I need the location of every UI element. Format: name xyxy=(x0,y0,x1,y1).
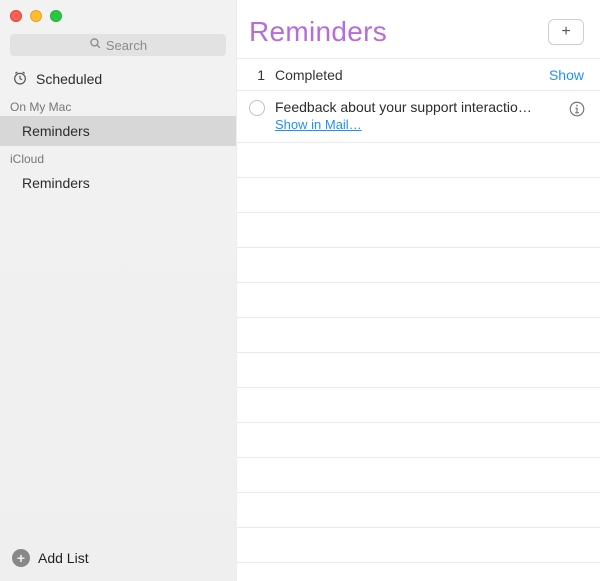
sidebar-section-header-icloud: iCloud xyxy=(0,146,236,168)
reminder-title: Feedback about your support interactio… xyxy=(275,99,558,115)
main-panel: Reminders + 1 Completed Show Feedback ab… xyxy=(237,0,600,581)
empty-row[interactable] xyxy=(237,318,600,353)
empty-row[interactable] xyxy=(237,423,600,458)
list-title: Reminders xyxy=(249,16,387,48)
sidebar-section-header-onmymac: On My Mac xyxy=(0,94,236,116)
reminder-checkbox[interactable] xyxy=(249,100,265,116)
reminder-body: Feedback about your support interactio… … xyxy=(275,99,558,134)
show-completed-button[interactable]: Show xyxy=(549,67,584,83)
plus-icon: + xyxy=(561,23,570,41)
search-container: Search xyxy=(0,26,236,64)
empty-row[interactable] xyxy=(237,528,600,563)
empty-row[interactable] xyxy=(237,353,600,388)
empty-row[interactable] xyxy=(237,458,600,493)
search-input[interactable]: Search xyxy=(10,34,226,56)
empty-row[interactable] xyxy=(237,283,600,318)
info-icon[interactable] xyxy=(568,100,586,118)
empty-rows-area xyxy=(237,143,600,581)
window-close-button[interactable] xyxy=(10,10,22,22)
reminder-row[interactable]: Feedback about your support interactio… … xyxy=(237,91,600,143)
empty-row[interactable] xyxy=(237,178,600,213)
empty-row[interactable] xyxy=(237,213,600,248)
main-header: Reminders + xyxy=(237,0,600,59)
empty-row[interactable] xyxy=(237,493,600,528)
plus-circle-icon: + xyxy=(12,549,30,567)
sidebar: Search Scheduled On My Mac Reminders iCl… xyxy=(0,0,237,581)
clock-icon xyxy=(12,70,28,89)
completed-summary-row: 1 Completed Show xyxy=(237,59,600,91)
completed-label: Completed xyxy=(275,67,539,83)
show-in-mail-link[interactable]: Show in Mail… xyxy=(275,117,362,132)
sidebar-item-scheduled[interactable]: Scheduled xyxy=(0,64,236,94)
sidebar-item-label: Scheduled xyxy=(36,71,102,87)
window-minimize-button[interactable] xyxy=(30,10,42,22)
completed-count: 1 xyxy=(249,67,265,83)
sidebar-item-reminders-local[interactable]: Reminders xyxy=(0,116,236,146)
sidebar-item-label: Reminders xyxy=(12,175,90,191)
add-list-button[interactable]: + Add List xyxy=(0,539,236,581)
app-window: Search Scheduled On My Mac Reminders iCl… xyxy=(0,0,600,581)
window-maximize-button[interactable] xyxy=(50,10,62,22)
add-list-label: Add List xyxy=(38,550,89,566)
empty-row[interactable] xyxy=(237,388,600,423)
empty-row[interactable] xyxy=(237,248,600,283)
window-titlebar xyxy=(0,0,236,26)
search-placeholder: Search xyxy=(106,38,147,53)
empty-row[interactable] xyxy=(237,143,600,178)
search-icon xyxy=(89,37,102,53)
sidebar-item-reminders-icloud[interactable]: Reminders xyxy=(0,168,236,198)
add-reminder-button[interactable]: + xyxy=(548,19,584,45)
sidebar-item-label: Reminders xyxy=(12,123,90,139)
